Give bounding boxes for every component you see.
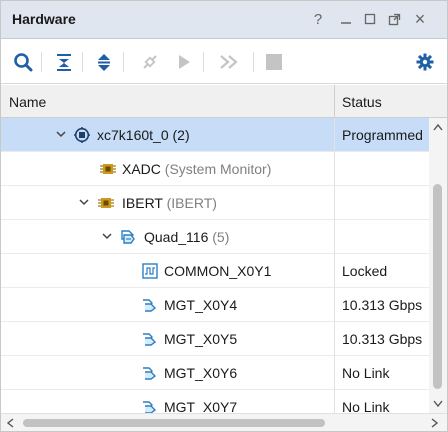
row-status: Locked: [342, 263, 388, 279]
chevron-down-icon[interactable]: [100, 228, 114, 244]
toolbar-separator: [253, 52, 254, 72]
ibert-icon: [97, 194, 115, 212]
search-button[interactable]: [10, 49, 36, 75]
core-name: IBERT: [122, 195, 163, 211]
toolbar-separator: [123, 52, 124, 72]
minimize-button[interactable]: [337, 9, 355, 29]
close-button[interactable]: ×: [411, 9, 429, 29]
tree-row-mgt[interactable]: MGT_X0Y7 No Link: [1, 390, 429, 413]
settings-icon: [416, 53, 434, 71]
hardware-toolbar: [1, 40, 447, 84]
quad-icon: [119, 228, 137, 246]
auto-connect-icon: [143, 55, 157, 69]
column-divider[interactable]: [334, 85, 335, 118]
panel-title-bar: Hardware ? ×: [1, 1, 447, 39]
auto-connect-button: [137, 49, 163, 75]
maximize-button[interactable]: [361, 9, 379, 29]
stop-trigger-button: [261, 49, 287, 75]
tree-row-label: COMMON_X0Y1: [164, 263, 272, 279]
cell-divider: [334, 186, 335, 220]
row-status: No Link: [342, 365, 390, 381]
table-header: Name Status: [1, 85, 447, 118]
row-status: No Link: [342, 399, 390, 413]
collapse-all-icon: [57, 54, 71, 71]
float-window-icon: [388, 13, 400, 25]
stop-trigger-icon: [266, 54, 282, 70]
column-header-name[interactable]: Name: [9, 94, 46, 110]
run-trigger-immediate-button: [217, 49, 243, 75]
run-trigger-immediate-icon: [220, 55, 238, 69]
tree-row-label: MGT_X0Y5: [164, 331, 238, 347]
tree-row-quad[interactable]: Quad_116 (5): [1, 220, 429, 254]
vertical-scroll-thumb[interactable]: [433, 184, 442, 389]
quad-count: (5): [208, 229, 230, 245]
cell-divider: [334, 322, 335, 356]
core-name: XADC: [122, 161, 161, 177]
search-icon: [14, 53, 33, 72]
tree-row-label: xc7k160t_0 (2): [97, 127, 190, 143]
scroll-up-icon[interactable]: [431, 120, 445, 134]
mgt-icon: [141, 330, 159, 348]
settings-button[interactable]: [412, 49, 438, 75]
tree-row-device[interactable]: xc7k160t_0 (2) Programmed: [1, 118, 429, 152]
xadc-icon: [99, 160, 117, 178]
minimize-icon: [341, 22, 351, 24]
tree-row-label: Quad_116 (5): [144, 229, 229, 245]
tree-row-label: IBERT (IBERT): [122, 195, 217, 211]
tree-row-label: MGT_X0Y6: [164, 365, 238, 381]
core-type: (System Monitor): [160, 161, 272, 177]
tree-row-ibert[interactable]: IBERT (IBERT): [1, 186, 429, 220]
common-pll-icon: [141, 262, 159, 280]
row-status: 10.313 Gbps: [342, 297, 423, 313]
cell-divider: [334, 254, 335, 288]
maximize-icon: [364, 13, 376, 25]
tree-row-mgt[interactable]: MGT_X0Y5 10.313 Gbps: [1, 322, 429, 356]
scroll-left-icon[interactable]: [4, 416, 16, 430]
collapse-all-button[interactable]: [51, 49, 77, 75]
tree-row-label: MGT_X0Y4: [164, 297, 238, 313]
quad-name: Quad_116: [144, 229, 209, 245]
tree-row-label: MGT_X0Y7: [164, 399, 238, 413]
device-count: (2): [168, 127, 190, 143]
core-type: (IBERT): [162, 195, 217, 211]
cell-divider: [334, 356, 335, 390]
cell-divider: [334, 118, 335, 152]
toolbar-separator: [41, 52, 42, 72]
chevron-down-icon[interactable]: [54, 126, 68, 142]
mgt-icon: [141, 296, 159, 314]
tree-row-label: XADC (System Monitor): [122, 161, 271, 177]
panel-title: Hardware: [12, 11, 76, 27]
scroll-right-icon[interactable]: [429, 416, 441, 430]
tree-row-xadc[interactable]: XADC (System Monitor): [1, 152, 429, 186]
help-button[interactable]: ?: [309, 9, 327, 29]
hardware-panel: Hardware ? × Name Status xc7k160t_0 (2) …: [0, 0, 448, 432]
expand-all-button[interactable]: [91, 49, 117, 75]
mgt-icon: [141, 364, 159, 382]
cell-divider: [334, 390, 335, 413]
horizontal-scrollbar[interactable]: [1, 413, 447, 431]
run-trigger-button: [171, 49, 197, 75]
run-trigger-icon: [179, 55, 190, 69]
toolbar-separator: [203, 52, 204, 72]
column-header-status[interactable]: Status: [342, 94, 382, 110]
tree-row-mgt[interactable]: MGT_X0Y6 No Link: [1, 356, 429, 390]
hardware-tree: xc7k160t_0 (2) Programmed XADC (System M…: [1, 118, 429, 413]
tree-row-common[interactable]: COMMON_X0Y1 Locked: [1, 254, 429, 288]
scroll-down-icon[interactable]: [431, 397, 445, 411]
expand-all-icon: [98, 54, 110, 71]
cell-divider: [334, 288, 335, 322]
cell-divider: [334, 152, 335, 186]
row-status: Programmed: [342, 127, 423, 143]
vertical-scrollbar[interactable]: [429, 118, 447, 413]
toolbar-separator: [82, 52, 83, 72]
chevron-down-icon[interactable]: [77, 194, 91, 210]
cell-divider: [334, 220, 335, 254]
device-name: xc7k160t_0: [97, 127, 169, 143]
row-status: 10.313 Gbps: [342, 331, 423, 347]
tree-row-mgt[interactable]: MGT_X0Y4 10.313 Gbps: [1, 288, 429, 322]
mgt-icon: [141, 398, 159, 413]
fpga-chip-icon: [73, 126, 91, 144]
horizontal-scroll-thumb[interactable]: [23, 419, 325, 427]
float-button[interactable]: [385, 9, 403, 29]
